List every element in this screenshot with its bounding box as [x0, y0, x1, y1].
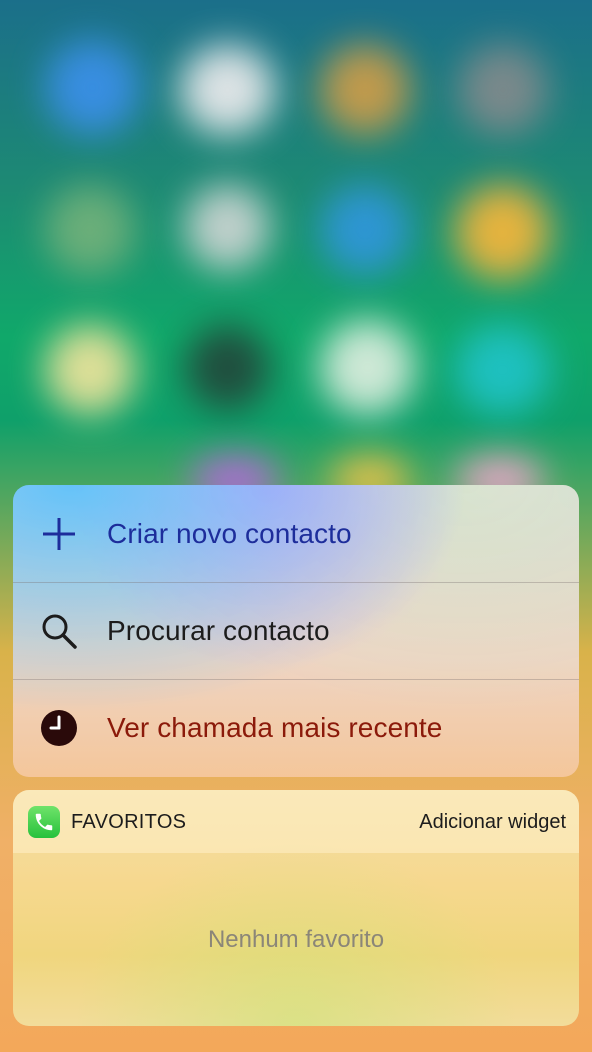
blurred-app-icon	[458, 45, 548, 135]
phone-app-icon	[28, 806, 60, 838]
widget-title: FAVORITOS	[71, 811, 187, 833]
blurred-app-icon	[45, 40, 140, 135]
empty-favorites-text: Nenhum favorito	[207, 926, 385, 953]
plus-icon	[39, 514, 79, 554]
search-icon	[39, 611, 79, 651]
search-contact-action[interactable]: Procurar contacto	[13, 582, 579, 679]
recent-call-label: Ver chamada mais recente	[107, 712, 443, 743]
blurred-app-icon	[45, 325, 135, 415]
search-contact-label: Procurar contacto	[107, 615, 330, 646]
add-widget-button[interactable]: Adicionar widget	[419, 811, 566, 834]
blurred-app-icon	[185, 325, 270, 410]
blurred-app-icon	[320, 185, 410, 275]
blurred-app-icon	[455, 185, 550, 280]
blurred-app-icon	[320, 45, 410, 135]
create-contact-action[interactable]: Criar novo contacto	[13, 485, 579, 582]
widget-header: FAVORITOS Adicionar widget	[13, 790, 579, 853]
blurred-app-icon	[180, 45, 275, 135]
clock-icon	[39, 708, 79, 748]
blurred-app-icon	[320, 320, 415, 415]
quick-actions-menu: Criar novo contacto Procurar contacto Ve…	[13, 485, 579, 777]
blurred-app-icon	[45, 185, 135, 275]
recent-call-action[interactable]: Ver chamada mais recente	[13, 679, 579, 776]
blurred-app-icon	[185, 185, 270, 270]
favorites-widget: FAVORITOS Adicionar widget Nenhum favori…	[13, 790, 579, 1026]
blurred-app-icon	[455, 325, 550, 415]
create-contact-label: Criar novo contacto	[107, 517, 352, 549]
